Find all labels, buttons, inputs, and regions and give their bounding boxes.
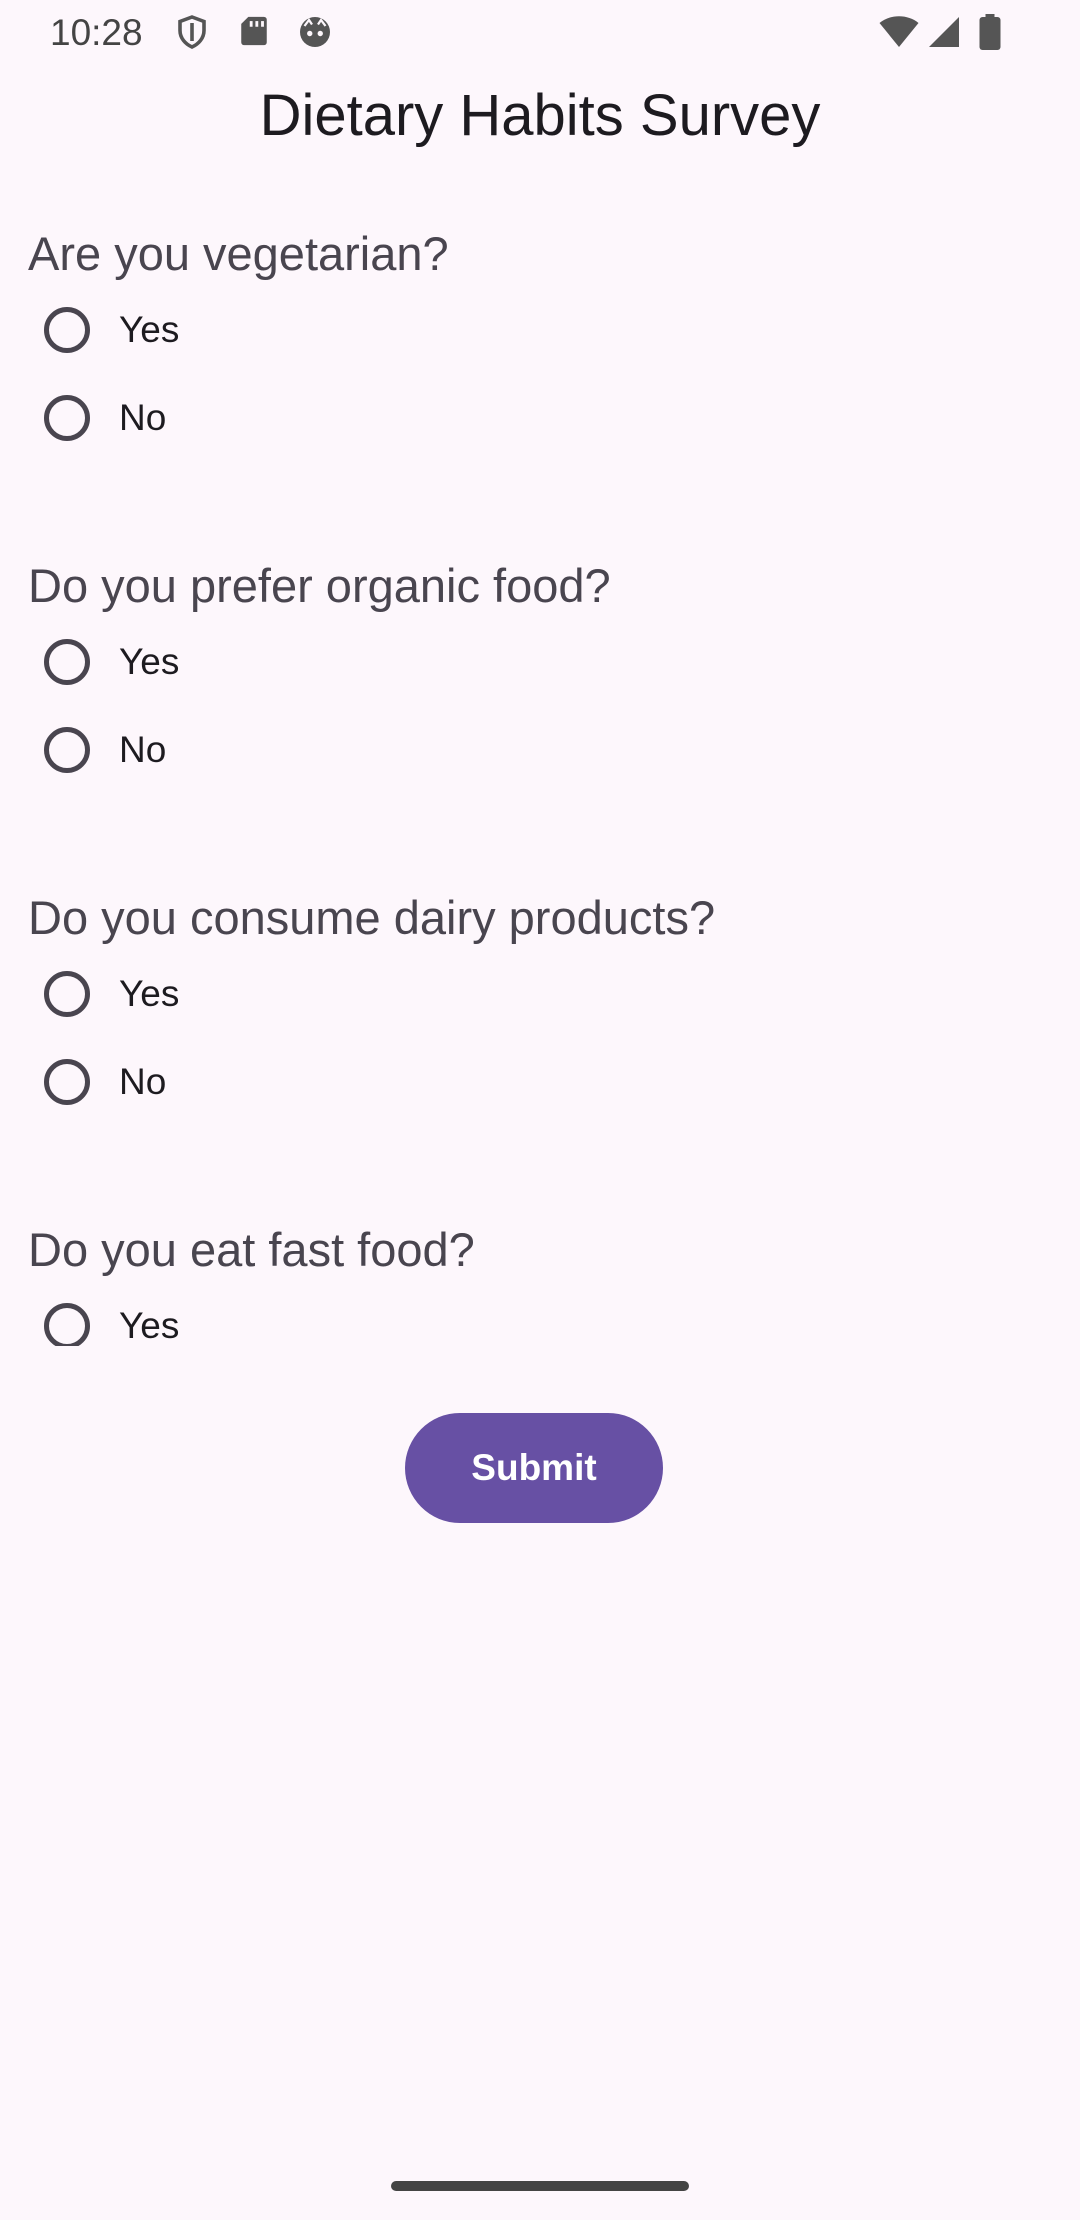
radio-button[interactable]: [44, 971, 90, 1017]
radio-button[interactable]: [44, 1303, 90, 1346]
option-label: Yes: [119, 641, 180, 682]
option-label: No: [119, 729, 167, 770]
option-organic-yes[interactable]: Yes: [44, 632, 179, 692]
question-fast-food: Do you eat fast food?: [28, 1223, 475, 1276]
option-label: No: [119, 1061, 167, 1102]
option-dairy-yes[interactable]: Yes: [44, 964, 179, 1024]
status-bar: 10:28: [0, 0, 1080, 64]
question-vegetarian: Are you vegetarian?: [28, 227, 449, 280]
page-title: Dietary Habits Survey: [259, 83, 821, 148]
option-label: No: [119, 397, 167, 438]
face-icon: [297, 14, 333, 55]
radio-button[interactable]: [44, 1059, 90, 1105]
radio-button[interactable]: [44, 639, 90, 685]
option-dairy-no[interactable]: No: [44, 1052, 166, 1112]
battery-icon: [978, 14, 1002, 55]
status-time: 10:28: [50, 12, 143, 53]
radio-button[interactable]: [44, 395, 90, 441]
home-indicator[interactable]: [391, 2181, 689, 2191]
radio-button[interactable]: [44, 727, 90, 773]
option-label: Yes: [119, 1305, 180, 1346]
option-label: Yes: [119, 973, 180, 1014]
question-organic-food: Do you prefer organic food?: [28, 559, 611, 612]
radio-button[interactable]: [44, 307, 90, 353]
signal-icon: [926, 14, 962, 55]
wifi-icon: [878, 14, 920, 55]
option-vegetarian-yes[interactable]: Yes: [44, 300, 179, 360]
scroll-clip-area: Yes: [0, 1290, 1080, 1346]
option-label: Yes: [119, 309, 180, 350]
question-dairy-products: Do you consume dairy products?: [28, 891, 716, 944]
option-organic-no[interactable]: No: [44, 720, 166, 780]
option-vegetarian-no[interactable]: No: [44, 388, 166, 448]
sd-card-icon: [237, 14, 271, 53]
shield-icon: [174, 14, 210, 55]
submit-button[interactable]: Submit: [405, 1413, 663, 1523]
option-fast-food-yes[interactable]: Yes: [44, 1296, 179, 1346]
